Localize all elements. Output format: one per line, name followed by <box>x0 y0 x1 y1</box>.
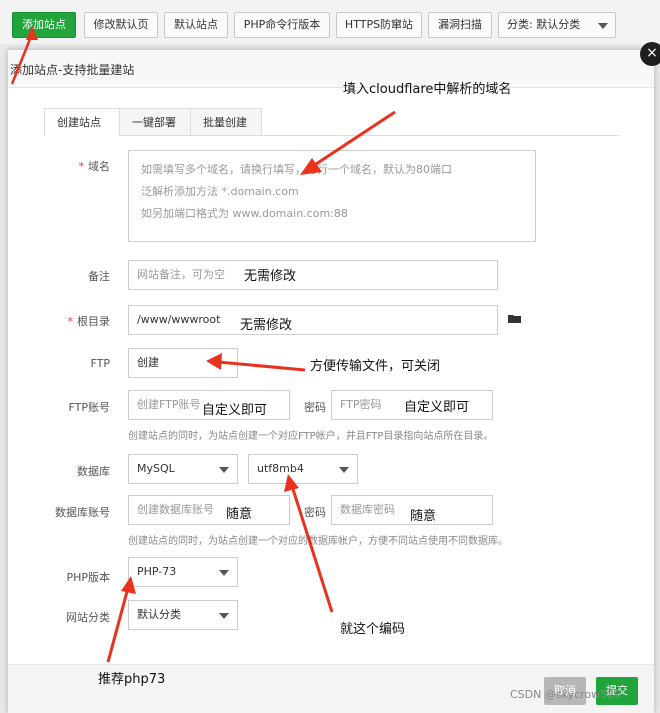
annotation-domain: 填入cloudflare中解析的域名 <box>343 82 512 97</box>
site-category-value: 默认分类 <box>137 608 181 621</box>
ftp-label: FTP <box>90 357 111 370</box>
remark-input[interactable]: 网站备注，可为空 <box>128 260 498 290</box>
category-select[interactable]: 分类: 默认分类 <box>498 12 616 38</box>
dialog-header: 添加站点-支持批量建站 <box>8 50 654 88</box>
site-category-label: 网站分类 <box>66 611 110 624</box>
category-select-value: 分类: 默认分类 <box>507 18 581 31</box>
annotation-ftp-pass: 自定义即可 <box>404 400 470 415</box>
database-select-value: MySQL <box>137 462 175 475</box>
required-mark: * <box>67 315 74 328</box>
https-protect-button[interactable]: HTTPS防窜站 <box>336 12 422 38</box>
chevron-down-icon <box>598 23 608 29</box>
annotation-remark: 无需修改 <box>244 269 297 284</box>
db-hint: 创建站点的同时，为站点创建一个对应的数据库帐户，方便不同站点使用不同数据库。 <box>128 536 508 547</box>
add-site-dialog: 添加站点-支持批量建站 × 创建站点 一键部署 批量创建 * 域名 如需填写多个域… <box>8 42 660 713</box>
ftp-password-label: 密码 <box>304 401 326 414</box>
ftp-account-label: FTP账号 <box>68 401 111 414</box>
chevron-down-icon <box>219 613 229 619</box>
annotation-db-user: 随意 <box>226 507 253 522</box>
annotation-charset: 就这个编码 <box>340 622 406 637</box>
charset-select[interactable]: utf8mb4 <box>248 454 358 484</box>
site-category-select[interactable]: 默认分类 <box>128 600 238 630</box>
chevron-down-icon <box>219 570 229 576</box>
dialog-title: 添加站点-支持批量建站 <box>10 63 135 77</box>
database-select[interactable]: MySQL <box>128 454 238 484</box>
ftp-select[interactable]: 创建 <box>128 348 238 378</box>
tab-one-click-deploy[interactable]: 一键部署 <box>119 108 191 136</box>
chevron-down-icon <box>339 467 349 473</box>
tab-create-site[interactable]: 创建站点 <box>44 108 120 136</box>
db-password-label: 密码 <box>304 506 326 519</box>
php-cli-version-button[interactable]: PHP命令行版本 <box>234 12 330 38</box>
domain-label-text: 域名 <box>88 160 110 173</box>
required-mark: * <box>78 160 85 173</box>
annotation-ftp-user: 自定义即可 <box>202 403 268 418</box>
annotation-root: 无需修改 <box>240 318 293 333</box>
domain-placeholder-line: 泛解析添加方法 *.domain.com <box>141 185 299 198</box>
root-dir-input[interactable]: /www/wwwroot <box>128 305 498 335</box>
php-version-value: PHP-73 <box>137 565 177 578</box>
php-version-label: PHP版本 <box>66 571 110 584</box>
domain-textarea[interactable]: 如需填写多个域名，请换行填写，每行一个域名，默认为80端口 泛解析添加方法 *.… <box>128 150 536 242</box>
edit-default-page-button[interactable]: 修改默认页 <box>84 12 158 38</box>
annotation-ftp: 方便传输文件，可关闭 <box>310 359 441 374</box>
annotation-db-pass: 随意 <box>410 509 437 524</box>
ftp-hint: 创建站点的同时，为站点创建一个对应FTP帐户，并且FTP目录指向站点所在目录。 <box>128 431 494 442</box>
dialog-tabs: 创建站点 一键部署 批量创建 <box>44 108 619 136</box>
domain-placeholder-line: 如需填写多个域名，请换行填写，每行一个域名，默认为80端口 <box>141 163 452 176</box>
ftp-select-value: 创建 <box>137 356 159 369</box>
remark-label: 备注 <box>88 270 110 283</box>
folder-icon[interactable] <box>508 314 522 324</box>
chevron-down-icon <box>219 467 229 473</box>
annotation-php: 推荐php73 <box>98 672 166 687</box>
charset-select-value: utf8mb4 <box>257 462 304 475</box>
default-site-button[interactable]: 默认站点 <box>164 12 228 38</box>
database-label: 数据库 <box>77 465 110 478</box>
domain-label: * 域名 <box>68 158 111 174</box>
root-label-text: 根目录 <box>77 315 110 328</box>
root-label: * 根目录 <box>58 313 111 329</box>
add-site-button[interactable]: 添加站点 <box>12 12 76 38</box>
db-username-input[interactable]: 创建数据库账号 <box>128 495 290 525</box>
vuln-scan-button[interactable]: 漏洞扫描 <box>428 12 492 38</box>
domain-placeholder-line: 如另加端口格式为 www.domain.com:88 <box>141 207 348 220</box>
watermark: CSDN @skycrow520 <box>510 688 622 701</box>
close-icon[interactable]: × <box>640 42 660 66</box>
tab-batch-create[interactable]: 批量创建 <box>190 108 262 136</box>
php-version-select[interactable]: PHP-73 <box>128 557 238 587</box>
top-toolbar: 添加站点 修改默认页 默认站点 PHP命令行版本 HTTPS防窜站 漏洞扫描 分… <box>0 0 660 44</box>
db-account-label: 数据库账号 <box>55 506 110 519</box>
